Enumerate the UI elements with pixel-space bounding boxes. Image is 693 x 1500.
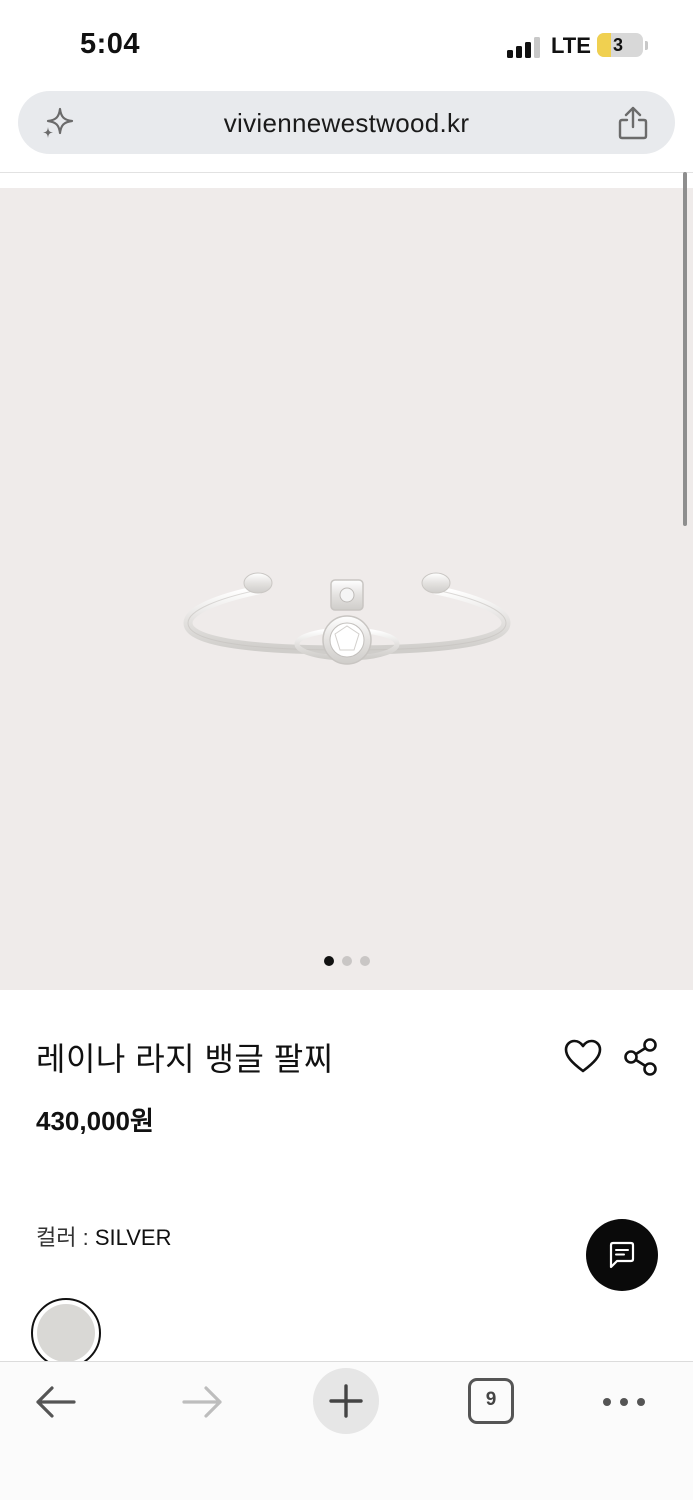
carousel-dot[interactable] <box>341 956 352 966</box>
heart-icon[interactable] <box>563 1037 603 1077</box>
share-icon[interactable] <box>616 105 650 141</box>
address-bar[interactable]: viviennewestwood.kr <box>18 91 675 154</box>
plus-icon <box>329 1384 363 1418</box>
url-divider <box>0 172 693 173</box>
chat-icon <box>609 1241 635 1269</box>
carousel-dot[interactable] <box>359 956 370 966</box>
tab-count: 9 <box>485 1389 497 1410</box>
battery-level: 3 <box>612 35 623 55</box>
battery-icon: 3 <box>597 33 643 57</box>
new-tab-button[interactable] <box>313 1368 379 1434</box>
forward-arrow-icon[interactable] <box>178 1382 226 1422</box>
tabs-button[interactable]: 9 <box>468 1378 514 1424</box>
color-label-text: 컬러 : <box>36 1225 95 1250</box>
swatch-fill <box>37 1304 95 1362</box>
product-price: 430,000원 <box>36 1106 154 1136</box>
product-image-carousel[interactable] <box>0 188 693 990</box>
back-arrow-icon[interactable] <box>32 1382 80 1422</box>
carousel-dot[interactable] <box>323 956 334 966</box>
browser-toolbar: 9 <box>0 1361 693 1500</box>
status-time: 5:04 <box>80 28 141 60</box>
battery-tip <box>645 41 648 50</box>
cellular-signal-icon <box>507 36 541 58</box>
url-text[interactable]: viviennewestwood.kr <box>18 108 675 139</box>
color-swatch-silver[interactable] <box>31 1298 101 1368</box>
page-scrollbar[interactable] <box>683 172 687 526</box>
carousel-pagination <box>0 953 693 966</box>
status-bar: 5:04 LTE 3 <box>0 0 693 90</box>
bangle-image <box>183 572 511 665</box>
product-title: 레이나 라지 뱅글 팔찌 <box>36 1041 334 1077</box>
share-node-icon[interactable] <box>622 1037 660 1077</box>
more-options-icon[interactable] <box>600 1392 648 1412</box>
color-value: SILVER <box>94 1225 172 1250</box>
network-type: LTE <box>551 33 591 58</box>
color-label: 컬러 : SILVER <box>36 1220 171 1252</box>
chat-button[interactable] <box>586 1219 658 1291</box>
